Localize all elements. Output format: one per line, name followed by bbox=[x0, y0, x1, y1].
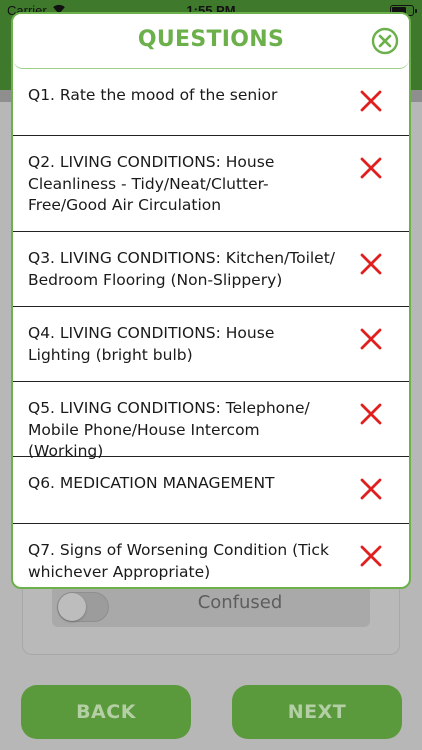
next-button[interactable]: NEXT bbox=[232, 685, 402, 739]
remove-question-icon[interactable] bbox=[359, 402, 383, 426]
question-text: Q3. LIVING CONDITIONS: Kitchen/Toilet/ B… bbox=[28, 249, 336, 289]
remove-question-icon[interactable] bbox=[359, 327, 383, 351]
question-row[interactable]: Q4. LIVING CONDITIONS: House Lighting (b… bbox=[13, 307, 409, 382]
back-button[interactable]: BACK bbox=[21, 685, 191, 739]
remove-question-icon[interactable] bbox=[359, 156, 383, 180]
remove-question-icon[interactable] bbox=[359, 252, 383, 276]
question-row[interactable]: Q5. LIVING CONDITIONS: Telephone/ Mobile… bbox=[13, 382, 409, 460]
question-list: Q1. Rate the mood of the senior Q2. LIVI… bbox=[13, 69, 409, 587]
questions-modal: QUESTIONS Q1. Rate the mood of the senio… bbox=[11, 12, 411, 589]
question-text: Q2. LIVING CONDITIONS: House Cleanliness… bbox=[28, 153, 275, 214]
modal-title: QUESTIONS bbox=[137, 27, 285, 52]
question-text: Q5. LIVING CONDITIONS: Telephone/ Mobile… bbox=[28, 399, 310, 460]
remove-question-icon[interactable] bbox=[359, 477, 383, 501]
toggle-label: Confused bbox=[197, 592, 283, 613]
remove-question-icon[interactable] bbox=[359, 89, 383, 113]
question-text: Q4. LIVING CONDITIONS: House Lighting (b… bbox=[28, 324, 275, 364]
close-circle-icon[interactable] bbox=[371, 27, 399, 55]
question-row[interactable]: Q2. LIVING CONDITIONS: House Cleanliness… bbox=[13, 136, 409, 232]
question-row[interactable]: Q6. MEDICATION MANAGEMENT bbox=[13, 457, 409, 524]
question-row[interactable]: Q1. Rate the mood of the senior bbox=[13, 69, 409, 136]
question-text: Q6. MEDICATION MANAGEMENT bbox=[28, 474, 275, 492]
remove-question-icon[interactable] bbox=[359, 544, 383, 568]
question-text: Q1. Rate the mood of the senior bbox=[28, 86, 278, 104]
toggle-knob bbox=[58, 593, 86, 621]
question-row[interactable]: Q3. LIVING CONDITIONS: Kitchen/Toilet/ B… bbox=[13, 232, 409, 307]
modal-header: QUESTIONS bbox=[13, 14, 409, 69]
question-row[interactable]: Q7. Signs of Worsening Condition (Tick w… bbox=[13, 524, 409, 587]
question-text: Q7. Signs of Worsening Condition (Tick w… bbox=[28, 541, 329, 581]
